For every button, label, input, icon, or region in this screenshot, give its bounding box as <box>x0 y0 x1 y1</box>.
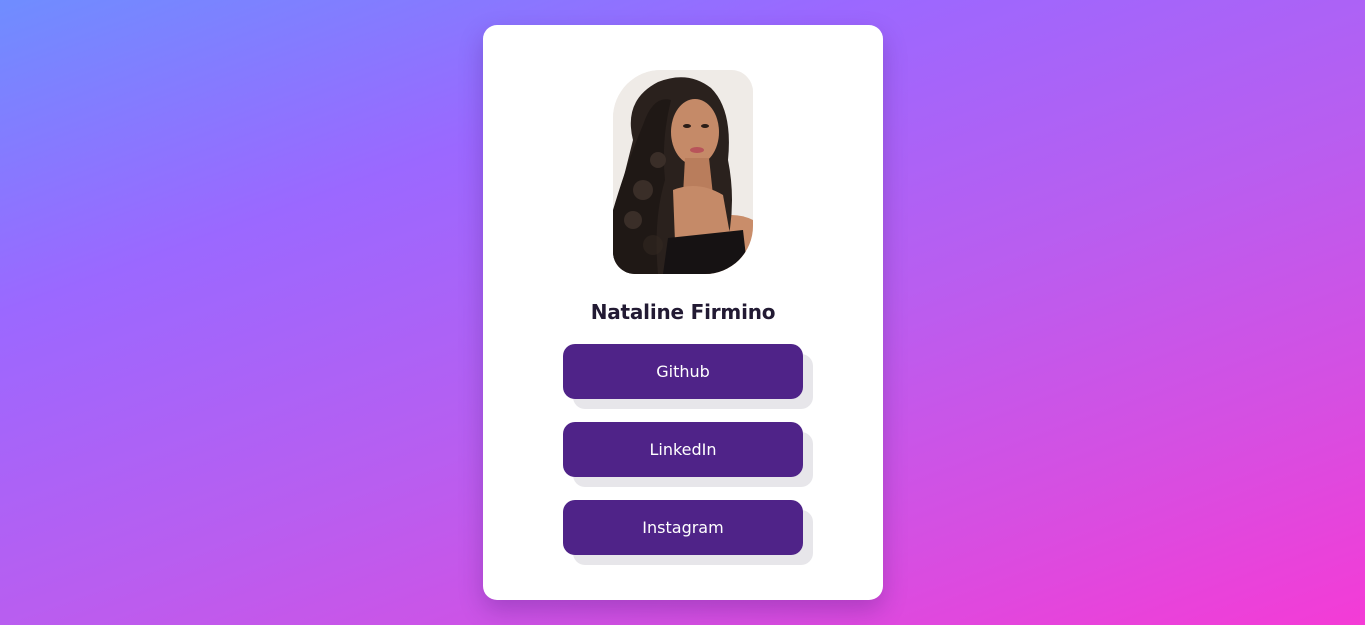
profile-card: Nataline Firmino Github LinkedIn Instagr… <box>483 25 883 600</box>
instagram-button[interactable]: Instagram <box>563 500 803 555</box>
profile-photo-icon <box>613 70 753 274</box>
profile-name: Nataline Firmino <box>590 300 776 324</box>
linkedin-link-wrapper: LinkedIn <box>563 422 813 487</box>
profile-photo <box>613 70 753 274</box>
github-link-wrapper: Github <box>563 344 813 409</box>
linkedin-button[interactable]: LinkedIn <box>563 422 803 477</box>
github-button[interactable]: Github <box>563 344 803 399</box>
instagram-link-wrapper: Instagram <box>563 500 813 565</box>
